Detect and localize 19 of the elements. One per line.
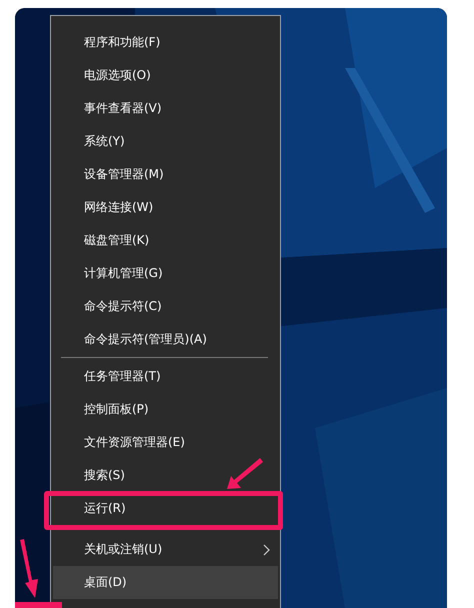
arrow — [20, 539, 38, 598]
menu-item[interactable]: 事件查看器(V) — [51, 92, 280, 125]
menu-item[interactable]: 计算机管理(G) — [51, 257, 280, 290]
menu-item[interactable]: 命令提示符(管理员)(A) — [51, 323, 280, 356]
menu-item[interactable]: 运行(R) — [51, 492, 280, 525]
menu-item[interactable]: 程序和功能(F) — [51, 26, 280, 59]
menu-item[interactable]: 设备管理器(M) — [51, 158, 280, 191]
menu-item[interactable]: 桌面(D) — [53, 566, 278, 599]
menu-item[interactable]: 任务管理器(T) — [51, 360, 280, 393]
menu-item[interactable]: 文件资源管理器(E) — [51, 426, 280, 459]
arrow — [227, 458, 263, 489]
menu-item[interactable]: 控制面板(P) — [51, 393, 280, 426]
menu-item[interactable]: 系统(Y) — [51, 125, 280, 158]
menu-item[interactable]: 磁盘管理(K) — [51, 224, 280, 257]
menu-item[interactable]: 搜索(S) — [51, 459, 280, 492]
menu-item[interactable]: 电源选项(O) — [51, 59, 280, 92]
menu-item[interactable]: 网络连接(W) — [51, 191, 280, 224]
menu-item[interactable]: 关机或注销(U) — [51, 533, 280, 566]
menu-item[interactable]: 命令提示符(C) — [51, 290, 280, 323]
